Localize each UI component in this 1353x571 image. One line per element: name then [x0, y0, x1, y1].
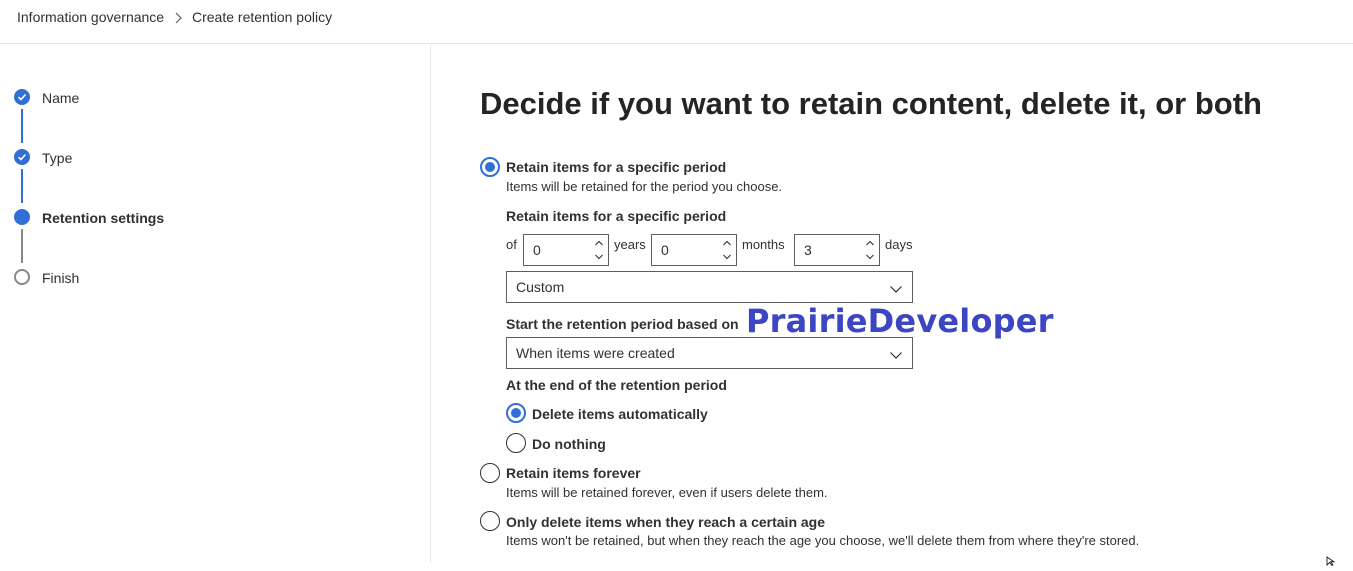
- page-title: Decide if you want to retain content, de…: [480, 86, 1262, 121]
- chevron-up-icon[interactable]: [720, 236, 734, 250]
- days-unit: days: [885, 237, 913, 252]
- days-input[interactable]: [795, 235, 861, 265]
- years-input[interactable]: [524, 235, 590, 265]
- breadcrumb-create-retention-policy: Create retention policy: [192, 9, 333, 25]
- chevron-down-icon: [889, 281, 903, 299]
- chevron-right-icon: [174, 7, 184, 32]
- start-based-on-dropdown[interactable]: When items were created: [506, 337, 913, 369]
- start-based-on-label: Start the retention period based on: [506, 316, 739, 332]
- step-type[interactable]: Type: [42, 150, 72, 166]
- chevron-down-icon: [889, 347, 903, 365]
- mouse-cursor-icon: [1326, 553, 1336, 571]
- step-finish: Finish: [42, 270, 80, 286]
- period-preset-value: Custom: [516, 279, 565, 295]
- retain-forever-radio[interactable]: [480, 463, 500, 483]
- end-action-label: At the end of the retention period: [506, 377, 727, 393]
- years-stepper[interactable]: [523, 234, 609, 266]
- step-name[interactable]: Name: [42, 90, 79, 106]
- pending-step-icon: [14, 269, 30, 285]
- months-stepper[interactable]: [651, 234, 737, 266]
- of-text: of: [506, 237, 517, 252]
- days-stepper[interactable]: [794, 234, 880, 266]
- delete-automatically-radio[interactable]: [506, 403, 526, 423]
- watermark-text: PrairieDeveloper: [746, 302, 1054, 340]
- current-step-icon: [14, 209, 30, 225]
- wizard-steps-panel: Name Type Retention settings Finish: [0, 45, 431, 563]
- step-connector: [21, 169, 23, 203]
- period-label: Retain items for a specific period: [506, 208, 727, 224]
- chevron-down-icon[interactable]: [863, 250, 877, 264]
- delete-only-label[interactable]: Only delete items when they reach a cert…: [506, 514, 825, 530]
- retain-forever-label[interactable]: Retain items forever: [506, 465, 641, 481]
- check-icon: [14, 89, 30, 105]
- chevron-down-icon[interactable]: [720, 250, 734, 264]
- period-preset-dropdown[interactable]: Custom: [506, 271, 913, 303]
- retain-period-description: Items will be retained for the period yo…: [506, 179, 783, 194]
- retain-period-radio[interactable]: [480, 157, 500, 177]
- retain-period-label[interactable]: Retain items for a specific period: [506, 159, 726, 175]
- check-icon: [14, 149, 30, 165]
- step-retention-settings[interactable]: Retention settings: [42, 210, 164, 226]
- chevron-up-icon[interactable]: [863, 236, 877, 250]
- delete-only-radio[interactable]: [480, 511, 500, 531]
- step-connector: [21, 229, 23, 263]
- years-unit: years: [614, 237, 646, 252]
- delete-automatically-label[interactable]: Delete items automatically: [532, 406, 708, 422]
- months-input[interactable]: [652, 235, 718, 265]
- retain-forever-description: Items will be retained forever, even if …: [506, 485, 828, 500]
- breadcrumb-information-governance[interactable]: Information governance: [17, 9, 164, 25]
- top-bar: Information governance Create retention …: [0, 0, 1353, 44]
- step-connector: [21, 109, 23, 143]
- delete-only-description: Items won't be retained, but when they r…: [506, 533, 1140, 548]
- do-nothing-label[interactable]: Do nothing: [532, 436, 606, 452]
- chevron-up-icon[interactable]: [592, 236, 606, 250]
- chevron-down-icon[interactable]: [592, 250, 606, 264]
- do-nothing-radio[interactable]: [506, 433, 526, 453]
- start-based-on-value: When items were created: [516, 345, 675, 361]
- months-unit: months: [742, 237, 785, 252]
